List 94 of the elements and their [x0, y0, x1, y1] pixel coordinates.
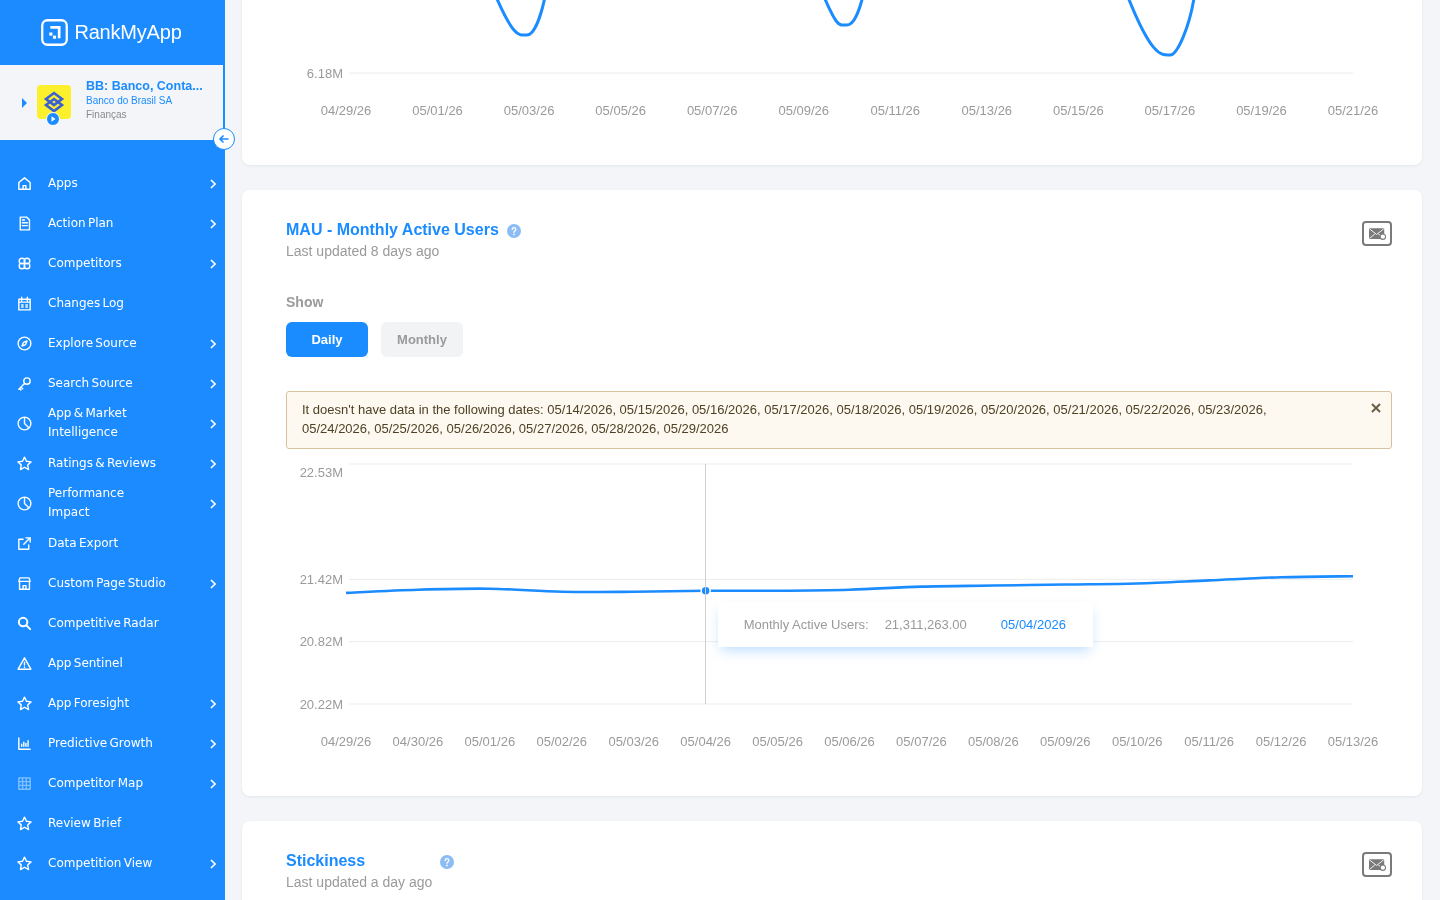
y-axis-label: 20.22M — [299, 696, 343, 712]
x-axis-label: 05/01/26 — [464, 733, 516, 749]
close-button[interactable] — [1371, 403, 1381, 413]
x-axis-label: 05/06/26 — [824, 733, 875, 749]
pie-chart-icon — [16, 414, 33, 432]
nav-item[interactable]: Competitors — [0, 243, 225, 283]
x-axis-label: 05/13/26 — [961, 102, 1013, 118]
x-axis-label: 05/03/26 — [608, 733, 659, 749]
compass-icon — [16, 334, 33, 352]
nav-item[interactable]: Performance Impact — [0, 483, 225, 523]
y-axis-label: 6.18M — [306, 65, 343, 81]
x-axis-label: 05/02/26 — [536, 733, 588, 749]
toggle-button[interactable]: Monthly — [381, 322, 463, 357]
x-axis-label: 05/03/26 — [503, 102, 555, 118]
warning-icon — [16, 654, 33, 672]
home-icon — [16, 174, 33, 192]
star-icon — [16, 854, 33, 872]
brand-logo-icon — [41, 19, 69, 46]
x-axis-label: 05/05/26 — [595, 102, 646, 118]
x-axis-label: 04/29/26 — [320, 102, 372, 118]
x-axis-label: 05/07/26 — [686, 102, 738, 118]
x-axis-label: 04/30/26 — [392, 733, 444, 749]
external-link-icon — [16, 534, 33, 552]
calendar-icon — [16, 294, 33, 312]
app-card[interactable]: BB: Banco, Conta... Banco do Brasil SA Finanças — [0, 65, 223, 140]
nav-item[interactable]: App & Market Intelligence — [0, 403, 225, 443]
collapse-sidebar-button[interactable] — [213, 128, 235, 150]
x-axis-label: 05/09/26 — [778, 102, 830, 118]
nav-item[interactable]: Predictive Growth — [0, 723, 225, 763]
x-axis-label: 05/11/26 — [870, 102, 921, 118]
last-updated-text: Last updated 8 days ago — [286, 242, 440, 260]
app-icon — [37, 84, 71, 119]
bar-chart-icon — [16, 734, 33, 752]
pie-chart-icon — [16, 494, 33, 512]
card-title: Stickiness — [286, 851, 367, 871]
x-axis-label: 04/29/26 — [320, 733, 372, 749]
envelope-icon — [1368, 858, 1386, 871]
tooltip-value: 21,311,263.00 — [884, 616, 967, 632]
x-axis-label: 05/11/26 — [1184, 733, 1234, 749]
nav-item[interactable]: Competitor Map — [0, 763, 225, 803]
nav-item[interactable]: Search Source — [0, 363, 225, 403]
nav-item[interactable]: Review Brief — [0, 803, 225, 843]
nav-item[interactable]: App Sentinel — [0, 643, 225, 683]
x-axis-label: 05/05/26 — [752, 733, 803, 749]
alert-text: It doesn't have data in the following dates: 05/14/2026, 05/15/2026, 05/16/2026, 05/17/2026, 05/18/2026, 05/19/2026, 05/20/2026, 05/21/2026, 05/22/2026, 05/23/2026, 05/24/2026, 05/25/2026, 05/26/2026, 05/27/2026, 05/28/2026, 05/29/2026 — [302, 401, 1268, 438]
toggle-button[interactable]: Daily — [286, 322, 368, 357]
nav-item[interactable]: Data Export — [0, 523, 225, 563]
show-label: Show — [286, 293, 324, 311]
x-axis-label: 05/21/26 — [1327, 102, 1379, 118]
nav-item[interactable]: Ratings & Reviews — [0, 443, 225, 483]
nav-item[interactable]: Explore Source — [0, 323, 225, 363]
email-report-button[interactable] — [1362, 852, 1392, 877]
key-icon — [16, 374, 33, 392]
x-axis-label: 05/12/26 — [1255, 733, 1307, 749]
x-axis-label: 05/01/26 — [412, 102, 463, 118]
category-label: Finanças — [86, 108, 127, 122]
star-icon — [16, 454, 33, 472]
y-axis-label: 20.82M — [299, 634, 343, 650]
nav-item[interactable]: App Foresight — [0, 683, 225, 723]
nav-item[interactable]: Custom Page Studio — [0, 563, 225, 603]
close-icon — [1371, 403, 1381, 413]
envelope-icon — [1368, 227, 1386, 240]
star-icon — [16, 694, 33, 712]
grid-icon — [16, 774, 33, 792]
publisher-name: Banco do Brasil SA — [86, 94, 173, 107]
last-updated-text: Last updated a day ago — [286, 873, 433, 891]
store-icon — [16, 574, 33, 592]
x-axis-label: 05/07/26 — [896, 733, 947, 749]
tooltip-date: 05/04/2026 — [1000, 616, 1066, 632]
x-axis-label: 05/13/26 — [1327, 733, 1379, 749]
x-axis-label: 05/17/26 — [1144, 102, 1196, 118]
brand-name: RankMyApp — [74, 21, 182, 44]
caret-icon — [22, 97, 27, 108]
x-axis-label: 05/10/26 — [1111, 733, 1163, 749]
email-report-button[interactable] — [1362, 221, 1392, 246]
nav-item[interactable]: Action Plan — [0, 203, 225, 243]
card-title: MAU - Monthly Active Users — [286, 220, 499, 240]
point-marker-icon — [700, 585, 711, 596]
y-axis-label: 21.42M — [299, 571, 343, 587]
nav-item[interactable]: Competitive Radar — [0, 603, 225, 643]
x-axis-label: 05/15/26 — [1053, 102, 1104, 118]
x-axis-label: 05/09/26 — [1040, 733, 1091, 749]
nav-item[interactable]: Apps — [0, 163, 225, 203]
nav-item[interactable]: Competition View — [0, 843, 225, 883]
y-axis-label: 22.53M — [299, 465, 343, 480]
search-icon — [16, 614, 33, 632]
x-axis-label: 05/04/26 — [680, 733, 731, 749]
x-axis-label: 05/19/26 — [1236, 102, 1287, 118]
tooltip-label: Monthly Active Users: — [743, 616, 869, 632]
x-axis-label: 05/08/26 — [968, 733, 1019, 749]
nav-item[interactable]: Changes Log — [0, 283, 225, 323]
app-name: BB: Banco, Conta... — [86, 79, 203, 94]
arrow-left-icon — [218, 133, 230, 145]
star-icon — [16, 814, 33, 832]
